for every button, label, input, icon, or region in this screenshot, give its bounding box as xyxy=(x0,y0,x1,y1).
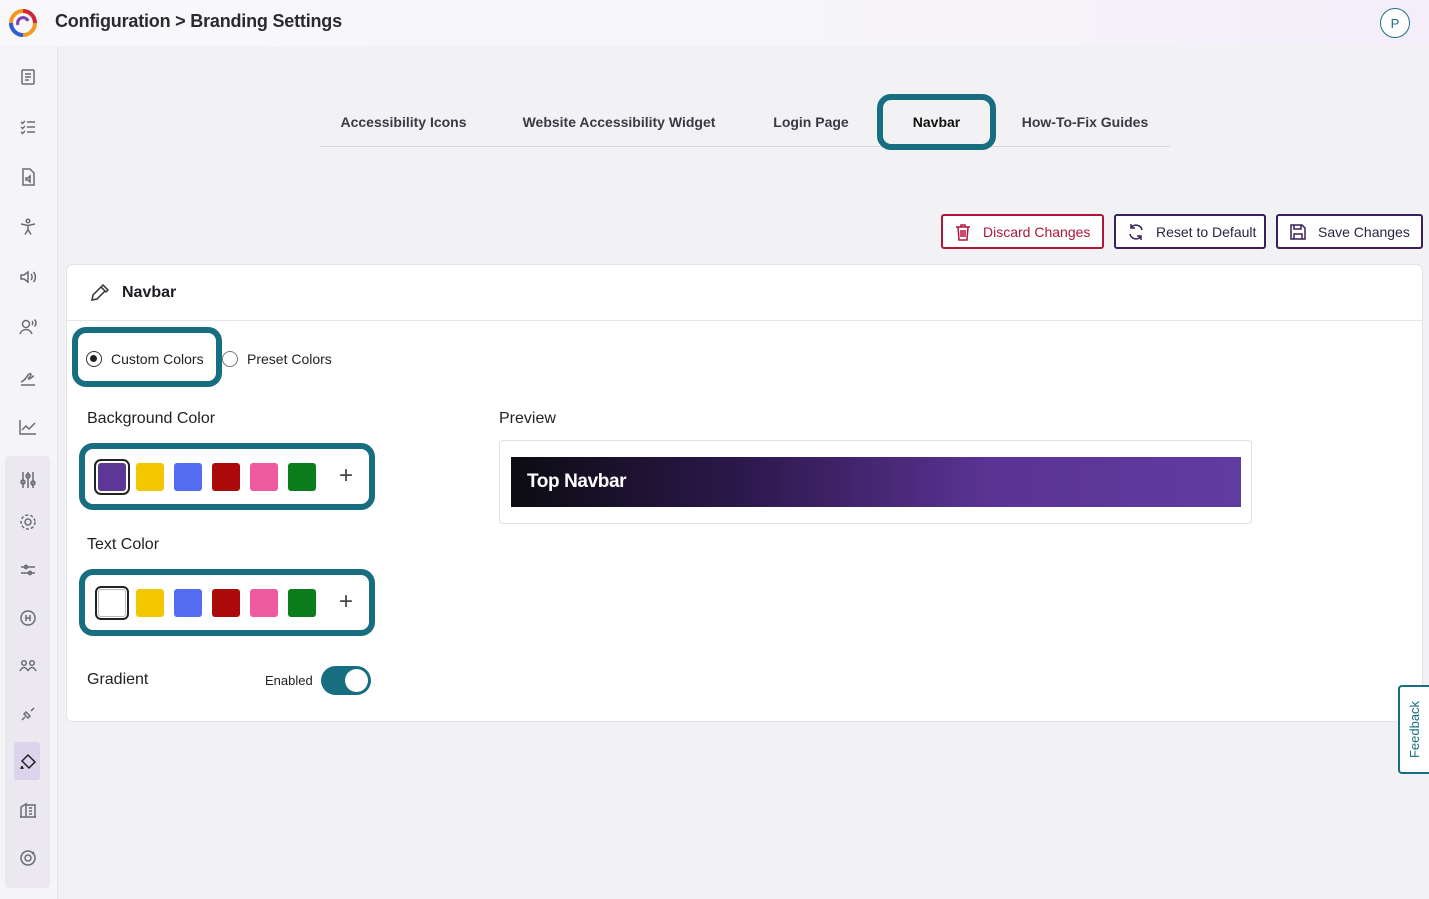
reset-to-default-button[interactable]: Reset to Default xyxy=(1114,214,1266,249)
bg-swatch-red[interactable] xyxy=(212,463,240,491)
text-swatch-green[interactable] xyxy=(288,589,316,617)
text-swatch-yellow[interactable] xyxy=(136,589,164,617)
background-color-label: Background Color xyxy=(87,410,216,427)
reset-to-default-label: Reset to Default xyxy=(1156,223,1257,240)
card-title: Navbar xyxy=(122,284,177,301)
card-header: Navbar xyxy=(67,265,1422,321)
save-changes-button[interactable]: Save Changes xyxy=(1276,214,1423,249)
tab-how-to-fix-guides[interactable]: How-To-Fix Guides xyxy=(1010,94,1160,150)
text-swatch-pink[interactable] xyxy=(250,589,278,617)
radio-preset-colors[interactable]: Preset Colors xyxy=(222,351,332,367)
users-group-icon[interactable] xyxy=(14,652,42,680)
paint-bucket-icon[interactable] xyxy=(14,748,42,776)
save-changes-label: Save Changes xyxy=(1318,223,1410,240)
app-logo-icon[interactable] xyxy=(7,7,39,39)
sidebar xyxy=(0,46,58,899)
radio-preset-colors-label: Preset Colors xyxy=(247,351,332,367)
text-swatch-red[interactable] xyxy=(212,589,240,617)
feedback-tab[interactable]: Feedback xyxy=(1398,685,1429,774)
tab-navbar[interactable]: Navbar xyxy=(877,94,996,150)
discard-changes-label: Discard Changes xyxy=(983,223,1091,240)
breadcrumb: Configuration > Branding Settings xyxy=(55,11,342,31)
voice-user-icon[interactable] xyxy=(14,313,42,341)
adjustments-icon[interactable] xyxy=(14,556,42,584)
analytics-chart-icon[interactable] xyxy=(14,413,42,441)
checklist-icon[interactable] xyxy=(14,113,42,141)
bg-swatch-blue[interactable] xyxy=(174,463,202,491)
add-background-color-plus-icon[interactable]: + xyxy=(332,462,360,490)
bg-swatch-yellow[interactable] xyxy=(136,463,164,491)
navbar-preview: Top Navbar xyxy=(511,457,1241,507)
radio-custom-colors-label: Custom Colors xyxy=(111,351,204,367)
text-swatch-white[interactable] xyxy=(95,586,129,620)
radio-button[interactable] xyxy=(222,351,238,367)
text-swatch-blue[interactable] xyxy=(174,589,202,617)
branding-tabs: Accessibility Icons Website Accessibilit… xyxy=(320,94,1170,150)
bg-swatch-purple[interactable] xyxy=(94,459,130,495)
text-color-swatches: + xyxy=(79,569,375,636)
signature-icon[interactable] xyxy=(14,363,42,391)
tab-website-accessibility-widget[interactable]: Website Accessibility Widget xyxy=(508,94,730,150)
building-icon[interactable] xyxy=(14,796,42,824)
gradient-label: Gradient xyxy=(87,671,149,688)
discard-changes-button[interactable]: Discard Changes xyxy=(941,214,1104,249)
feedback-label: Feedback xyxy=(1407,700,1422,759)
bg-swatch-green[interactable] xyxy=(288,463,316,491)
save-disk-icon xyxy=(1290,223,1306,240)
preview-label: Preview xyxy=(499,410,556,427)
background-color-swatches: + xyxy=(79,443,375,510)
navbar-preview-frame: Top Navbar xyxy=(499,440,1252,524)
gear-icon[interactable] xyxy=(14,508,42,536)
radio-custom-colors[interactable]: Custom Colors xyxy=(86,351,204,367)
speaker-icon[interactable] xyxy=(14,263,42,291)
integrations-plug-icon[interactable] xyxy=(14,700,42,728)
add-text-color-plus-icon[interactable]: + xyxy=(332,588,360,616)
top-header: Configuration > Branding Settings P xyxy=(0,0,1429,46)
gradient-toggle[interactable] xyxy=(321,666,371,695)
refresh-icon xyxy=(1129,223,1143,240)
sliders-icon[interactable] xyxy=(14,466,42,494)
document-icon[interactable] xyxy=(14,63,42,91)
color-picker-icon xyxy=(91,283,110,301)
gradient-state-text: Enabled xyxy=(265,673,313,688)
accessibility-person-icon[interactable] xyxy=(14,213,42,241)
ai-brain-icon[interactable] xyxy=(14,604,42,632)
tab-login-page[interactable]: Login Page xyxy=(756,94,866,150)
bg-swatch-pink[interactable] xyxy=(250,463,278,491)
support-settings-icon[interactable] xyxy=(14,844,42,872)
navbar-settings-card: Navbar Custom Colors Preset Colors Backg… xyxy=(66,264,1423,722)
preview-navbar-text: Top Navbar xyxy=(527,471,627,492)
text-color-label: Text Color xyxy=(87,536,160,553)
tab-accessibility-icons[interactable]: Accessibility Icons xyxy=(320,94,487,150)
trash-icon xyxy=(956,223,970,241)
user-avatar[interactable]: P xyxy=(1380,8,1410,38)
audio-file-icon[interactable] xyxy=(14,163,42,191)
radio-button-selected[interactable] xyxy=(86,351,102,367)
